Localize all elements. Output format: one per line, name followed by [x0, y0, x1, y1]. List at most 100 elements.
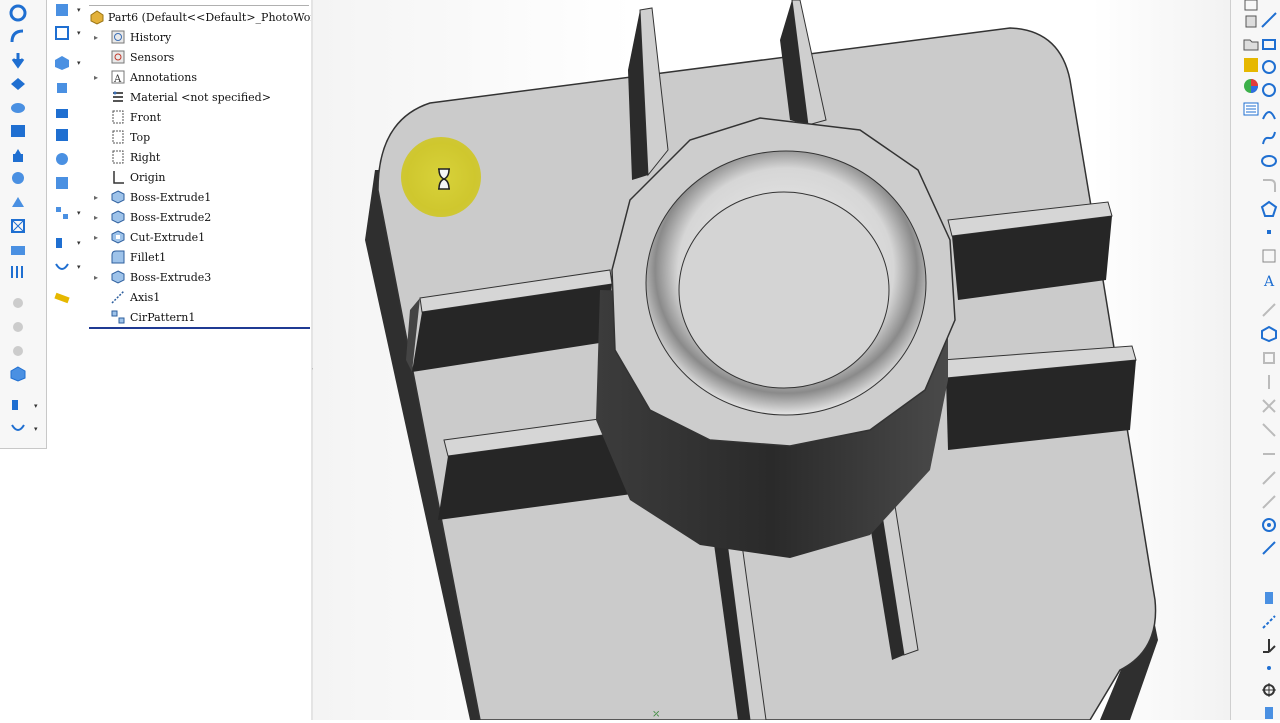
tree-item-cirpattern1[interactable]: CirPattern1 [89, 307, 311, 327]
cube-icon[interactable] [8, 364, 28, 384]
pattern-icon[interactable] [8, 293, 28, 313]
mirror-entities-icon[interactable] [1259, 372, 1279, 392]
centerline-icon[interactable] [1259, 612, 1279, 632]
relation-icon[interactable] [1259, 492, 1279, 512]
tree-root-part[interactable]: Part6 (Default<<Default>_PhotoWorks Disp… [89, 7, 373, 27]
expand-arrow-icon[interactable]: ▸ [91, 213, 101, 222]
revolve-icon[interactable] [8, 3, 28, 23]
convert-icon[interactable] [1259, 324, 1279, 344]
tree-item-top[interactable]: Top [89, 127, 311, 147]
graphics-area[interactable]: ⤫ [313, 0, 1230, 720]
tree-item-front[interactable]: Front [89, 107, 311, 127]
bottom-tool-icon[interactable] [1259, 703, 1279, 723]
chevron-down-icon[interactable]: ▾ [34, 425, 38, 433]
tree-item-material-not-specified[interactable]: Material <not specified> [89, 87, 311, 107]
trim-icon[interactable] [1259, 300, 1279, 320]
instant3d-icon[interactable] [52, 288, 72, 308]
mirror-pattern-icon[interactable] [52, 203, 72, 223]
combine-icon[interactable] [52, 149, 72, 169]
scale-icon[interactable] [8, 341, 28, 361]
expand-arrow-icon[interactable]: ▸ [91, 33, 101, 42]
line-icon[interactable] [1259, 10, 1279, 30]
draft-icon[interactable] [8, 192, 28, 212]
extrude-icon[interactable] [52, 53, 72, 73]
origin-icon[interactable] [1259, 680, 1279, 700]
repair-sketch-icon[interactable] [1259, 588, 1279, 608]
open-folder-icon[interactable] [1241, 34, 1261, 54]
spline-icon[interactable] [1259, 128, 1279, 148]
tree-item-boss-extrude3[interactable]: ▸ Boss-Extrude3 [89, 267, 311, 287]
linear-pattern-icon[interactable] [52, 78, 72, 98]
point-icon[interactable] [1259, 222, 1279, 242]
reference-axis-icon[interactable] [52, 233, 72, 253]
intersect-icon[interactable] [52, 125, 72, 145]
linear-sketch-pattern-icon[interactable] [1259, 420, 1279, 440]
part-model[interactable] [313, 0, 1230, 720]
tree-item-right[interactable]: Right [89, 147, 311, 167]
plane-sketch-icon[interactable] [1259, 246, 1279, 266]
boss-base-icon[interactable] [52, 23, 72, 43]
hole-icon[interactable] [8, 317, 28, 337]
rib-icon[interactable] [8, 168, 28, 188]
text-icon[interactable]: A [1259, 270, 1279, 290]
split-icon[interactable] [52, 173, 72, 193]
shell-icon[interactable] [8, 216, 28, 236]
tree-item-boss-extrude2[interactable]: ▸ Boss-Extrude2 [89, 207, 311, 227]
rollback-bar[interactable] [89, 327, 310, 329]
chevron-down-icon[interactable]: ▾ [77, 263, 81, 271]
tree-item-annotations[interactable]: ▸ A Annotations [89, 67, 311, 87]
chevron-down-icon[interactable]: ▾ [77, 239, 81, 247]
tree-item-axis1[interactable]: Axis1 [89, 287, 311, 307]
expand-arrow-icon[interactable]: ▸ [91, 73, 101, 82]
rectangle-icon[interactable] [1259, 34, 1279, 54]
boundary-icon[interactable] [8, 98, 28, 118]
circular-sketch-pattern-icon[interactable] [1259, 444, 1279, 464]
tree-item-boss-extrude1[interactable]: ▸ Boss-Extrude1 [89, 187, 311, 207]
sketch-point-icon[interactable] [1259, 658, 1279, 678]
polygon-icon[interactable] [1259, 199, 1279, 219]
offset-icon[interactable] [1259, 348, 1279, 368]
tree-item-fillet1[interactable]: Fillet1 [89, 247, 311, 267]
properties-icon[interactable] [1241, 99, 1261, 119]
mirror-icon[interactable] [8, 262, 28, 282]
reference-geometry-icon[interactable] [52, 0, 72, 20]
loft-icon[interactable] [8, 74, 28, 94]
tree-filter[interactable] [89, 0, 309, 6]
extrude-cut-icon[interactable] [8, 50, 28, 70]
curve-icon[interactable] [52, 257, 72, 277]
chevron-down-icon[interactable]: ▾ [34, 402, 38, 410]
tree-item-history[interactable]: ▸ History [89, 27, 311, 47]
expand-arrow-icon[interactable]: ▸ [91, 193, 101, 202]
helix-icon[interactable] [8, 418, 28, 438]
curves-icon[interactable] [8, 395, 28, 415]
expand-arrow-icon[interactable]: ▸ [91, 273, 101, 282]
dimension-icon[interactable] [1259, 468, 1279, 488]
tree-item-sensors[interactable]: Sensors [89, 47, 311, 67]
sweep-icon[interactable] [8, 26, 28, 46]
extrude-icon [109, 189, 127, 205]
wrap-icon[interactable] [8, 239, 28, 259]
circle-icon[interactable] [1259, 80, 1279, 100]
rapid-sketch-icon[interactable] [1259, 538, 1279, 558]
dome-icon[interactable] [52, 102, 72, 122]
view-3d-icon[interactable] [1241, 11, 1261, 31]
expand-arrow-icon[interactable]: ▸ [91, 233, 101, 242]
fillet-icon[interactable] [8, 121, 28, 141]
move-entities-icon[interactable] [1259, 396, 1279, 416]
color-wheel-icon[interactable] [1241, 76, 1261, 96]
chamfer-icon[interactable] [8, 145, 28, 165]
chevron-down-icon[interactable]: ▾ [77, 29, 81, 37]
quick-snap-icon[interactable] [1259, 515, 1279, 535]
tree-item-origin[interactable]: Origin [89, 167, 311, 187]
tree-item-cut-extrude1[interactable]: ▸ Cut-Extrude1 [89, 227, 311, 247]
slot-icon[interactable] [1259, 57, 1279, 77]
coordinate-system-icon[interactable] [1259, 635, 1279, 655]
arc-icon[interactable] [1259, 104, 1279, 124]
chevron-down-icon[interactable]: ▾ [77, 209, 81, 217]
chevron-down-icon[interactable]: ▾ [77, 59, 81, 67]
sensor-icon [109, 49, 127, 65]
ellipse-icon[interactable] [1259, 151, 1279, 171]
fillet-sketch-icon[interactable] [1259, 175, 1279, 195]
chevron-down-icon[interactable]: ▾ [77, 6, 81, 14]
appearance-icon[interactable] [1241, 55, 1261, 75]
